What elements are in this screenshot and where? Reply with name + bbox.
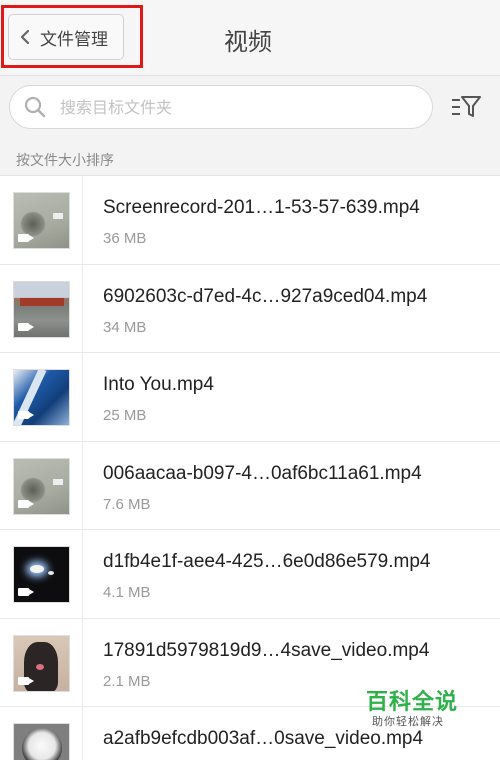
page-title: 视频 bbox=[0, 22, 500, 57]
list-item[interactable]: Screenrecord-201…1-53-57-639.mp4 36 MB bbox=[0, 176, 500, 265]
top-bar: 文件管理 视频 bbox=[0, 0, 500, 76]
thumbnail-cell bbox=[0, 618, 83, 706]
file-name: Into You.mp4 bbox=[103, 374, 214, 395]
file-size: 36 MB bbox=[103, 230, 147, 247]
file-size: 4.1 MB bbox=[103, 584, 151, 601]
file-size: 34 MB bbox=[103, 318, 147, 336]
thumbnail-cell bbox=[0, 353, 83, 441]
video-thumbnail bbox=[13, 369, 70, 426]
list-item[interactable]: 6902603c-d7ed-4c…927a9ced04.mp4 34 MB bbox=[0, 264, 500, 353]
thumbnail-cell bbox=[0, 264, 83, 352]
video-camera-icon bbox=[18, 322, 34, 331]
watermark-tagline: 助你轻松解决 bbox=[372, 715, 444, 728]
file-size: 25 MB bbox=[103, 407, 147, 424]
list-item[interactable]: 006aacaa-b097-4…0af6bc11a61.mp4 7.6 MB bbox=[0, 441, 500, 530]
watermark-brand: 百科全说 bbox=[366, 690, 459, 715]
video-thumbnail bbox=[13, 192, 70, 249]
video-thumbnail bbox=[13, 457, 70, 515]
thumbnail-cell bbox=[0, 707, 83, 760]
video-camera-icon bbox=[18, 588, 34, 596]
page-title-text: 视频 bbox=[224, 28, 272, 56]
video-camera-icon bbox=[18, 411, 34, 419]
video-camera-icon bbox=[18, 499, 34, 508]
thumbnail-cell bbox=[0, 441, 83, 529]
video-camera-icon bbox=[18, 234, 34, 242]
sort-bar: 按文件大小排序 bbox=[0, 142, 500, 176]
file-name: 17891d5979819d9…4save_video.mp4 bbox=[103, 639, 430, 661]
search-icon bbox=[24, 96, 46, 118]
thumbnail-cell bbox=[0, 530, 83, 618]
file-size: 7.6 MB bbox=[103, 495, 151, 513]
search-input[interactable] bbox=[60, 97, 380, 117]
list-item[interactable]: Into You.mp4 25 MB bbox=[0, 353, 500, 442]
video-thumbnail bbox=[13, 634, 70, 692]
sort-label: 按文件大小排序 bbox=[16, 153, 114, 169]
file-name: Screenrecord-201…1-53-57-639.mp4 bbox=[103, 197, 420, 218]
file-name: d1fb4e1f-aee4-425…6e0d86e579.mp4 bbox=[103, 551, 431, 572]
search-field[interactable] bbox=[9, 85, 433, 129]
watermark: 百科全说 助你轻松解决 bbox=[356, 684, 474, 734]
filter-icon[interactable] bbox=[450, 94, 482, 120]
video-thumbnail bbox=[13, 723, 70, 760]
file-list: Screenrecord-201…1-53-57-639.mp4 36 MB 6… bbox=[0, 176, 500, 760]
thumbnail-cell bbox=[0, 176, 83, 264]
video-thumbnail bbox=[13, 280, 70, 338]
list-item[interactable]: d1fb4e1f-aee4-425…6e0d86e579.mp4 4.1 MB bbox=[0, 530, 500, 619]
file-size: 2.1 MB bbox=[103, 672, 151, 690]
search-row bbox=[0, 76, 500, 142]
file-name: 006aacaa-b097-4…0af6bc11a61.mp4 bbox=[103, 462, 422, 484]
video-thumbnail bbox=[13, 546, 70, 603]
video-camera-icon bbox=[18, 676, 34, 685]
file-name: 6902603c-d7ed-4c…927a9ced04.mp4 bbox=[103, 285, 428, 307]
